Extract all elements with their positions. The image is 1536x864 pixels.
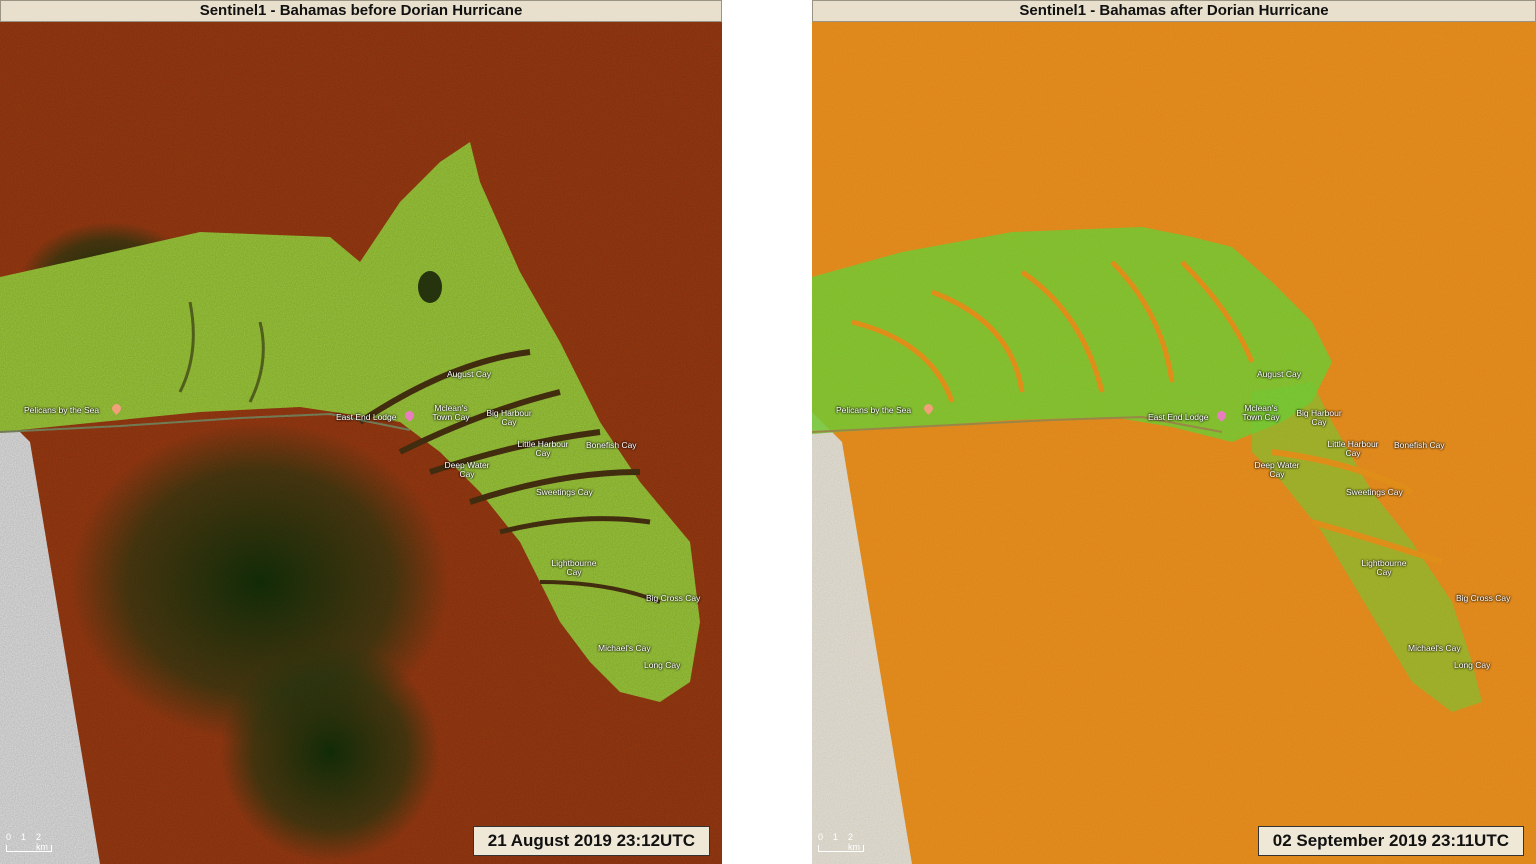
place-bonefish-cay: Bonefish Cay xyxy=(586,440,637,450)
scale-line xyxy=(818,845,864,852)
place-big-cross-cay: Big Cross Cay xyxy=(646,593,701,603)
place-michaels-cay: Michael's Cay xyxy=(598,643,651,653)
place-east-end-lodge: East End Lodge xyxy=(1148,412,1209,422)
place-pelicans-by-the-sea: Pelicans by the Sea xyxy=(24,405,100,415)
place-big-harbour-cay: Big Harbour Cay xyxy=(1296,408,1342,427)
place-mcleans-town-cay: Mclean's Town Cay xyxy=(432,403,470,422)
place-little-harbour-cay: Little Harbour Cay xyxy=(517,439,569,458)
place-pelicans-by-the-sea: Pelicans by the Sea xyxy=(836,405,912,415)
place-sweetings-cay: Sweetings Cay xyxy=(1346,487,1403,497)
place-august-cay: August Cay xyxy=(1257,369,1301,379)
place-lightbourne-cay: Lightbourne Cay xyxy=(1361,558,1407,577)
place-big-cross-cay: Big Cross Cay xyxy=(1456,593,1511,603)
before-title: Sentinel1 - Bahamas before Dorian Hurric… xyxy=(0,0,722,22)
scale-line xyxy=(6,845,52,852)
place-long-cay: Long Cay xyxy=(644,660,681,670)
place-bonefish-cay: Bonefish Cay xyxy=(1394,440,1445,450)
place-big-harbour-cay: Big Harbour Cay xyxy=(486,408,532,427)
place-lightbourne-cay: Lightbourne Cay xyxy=(551,558,597,577)
place-mcleans-town-cay: Mclean's Town Cay xyxy=(1242,403,1280,422)
scale-bar: 0 1 2 km xyxy=(818,832,866,854)
place-long-cay: Long Cay xyxy=(1454,660,1491,670)
place-deep-water-cay: Deep Water Cay xyxy=(444,460,490,479)
place-michaels-cay: Michael's Cay xyxy=(1408,643,1461,653)
place-sweetings-cay: Sweetings Cay xyxy=(536,487,593,497)
before-panel: Sentinel1 - Bahamas before Dorian Hurric… xyxy=(0,0,722,864)
place-deep-water-cay: Deep Water Cay xyxy=(1254,460,1300,479)
place-little-harbour-cay: Little Harbour Cay xyxy=(1327,439,1379,458)
scale-bar: 0 1 2 km xyxy=(6,832,54,854)
place-east-end-lodge: East End Lodge xyxy=(336,412,397,422)
after-title: Sentinel1 - Bahamas after Dorian Hurrica… xyxy=(812,0,1536,22)
after-panel: Sentinel1 - Bahamas after Dorian Hurrica… xyxy=(812,0,1536,864)
after-timestamp: 02 September 2019 23:11UTC xyxy=(1257,826,1524,856)
place-august-cay: August Cay xyxy=(447,369,491,379)
before-timestamp: 21 August 2019 23:12UTC xyxy=(472,826,710,856)
